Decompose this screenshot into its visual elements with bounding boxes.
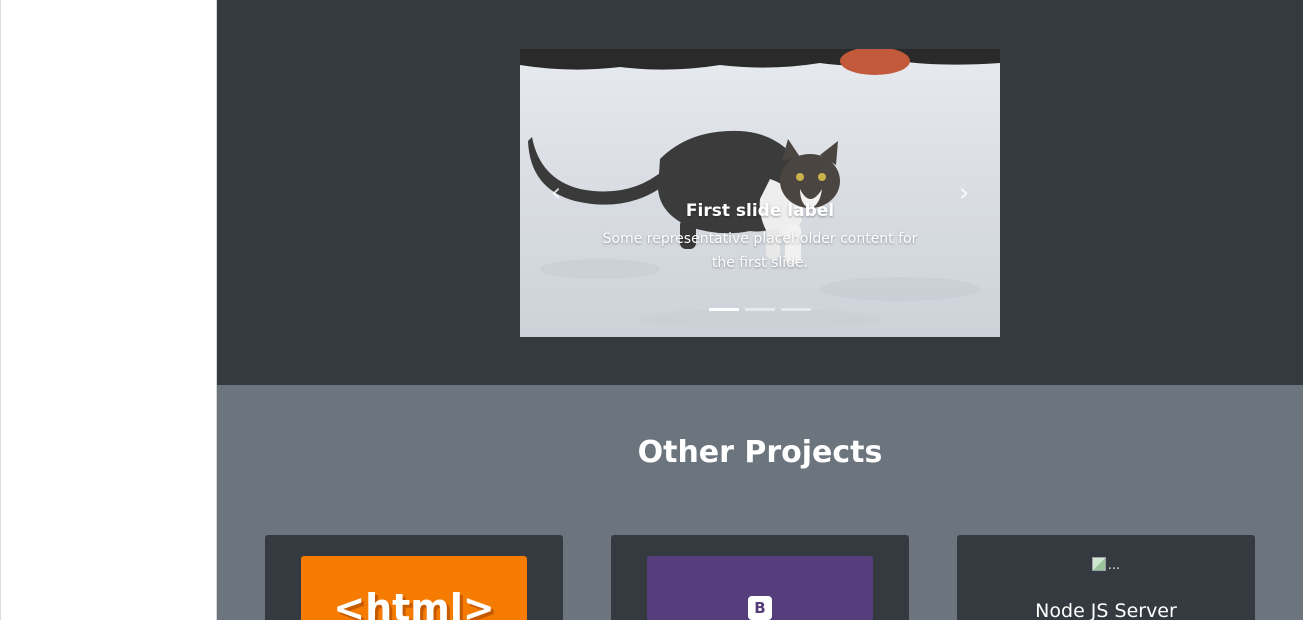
- carousel-indicator-2[interactable]: [745, 308, 775, 311]
- bootstrap-logo: B: [748, 596, 772, 620]
- html-project-image: <html>: [301, 556, 527, 620]
- left-blank-panel: [0, 0, 217, 620]
- slide-text: Some representative placeholder content …: [602, 231, 918, 271]
- carousel-indicators: [520, 308, 1000, 311]
- project-card-bootstrap[interactable]: B: [611, 535, 909, 620]
- hero-section: ‹ › First slide label Some representativ…: [217, 0, 1303, 385]
- image-alt-text: ...: [1107, 558, 1121, 573]
- project-card-html[interactable]: <html>: [265, 535, 563, 620]
- project-card-node[interactable]: ... Node JS Server: [957, 535, 1255, 620]
- section-title: Other Projects: [637, 435, 883, 470]
- image-carousel[interactable]: ‹ › First slide label Some representativ…: [520, 49, 1000, 337]
- card-title: Node JS Server: [1035, 600, 1177, 620]
- chevron-left-icon: ‹: [550, 178, 562, 208]
- html-logo: <html>: [333, 586, 495, 620]
- broken-image-icon: ...: [957, 557, 1255, 573]
- slide-caption: First slide label Some representative pl…: [592, 201, 928, 275]
- slide-label: First slide label: [685, 201, 835, 221]
- chevron-right-icon: ›: [958, 178, 970, 208]
- bootstrap-project-image: B: [647, 556, 873, 620]
- carousel-indicator-3[interactable]: [781, 308, 811, 311]
- carousel-next-button[interactable]: ›: [928, 49, 1000, 337]
- carousel-prev-button[interactable]: ‹: [520, 49, 592, 337]
- carousel-indicator-1[interactable]: [709, 308, 739, 311]
- other-projects-section: Other Projects <html> B ... Node JS Serv…: [217, 385, 1303, 620]
